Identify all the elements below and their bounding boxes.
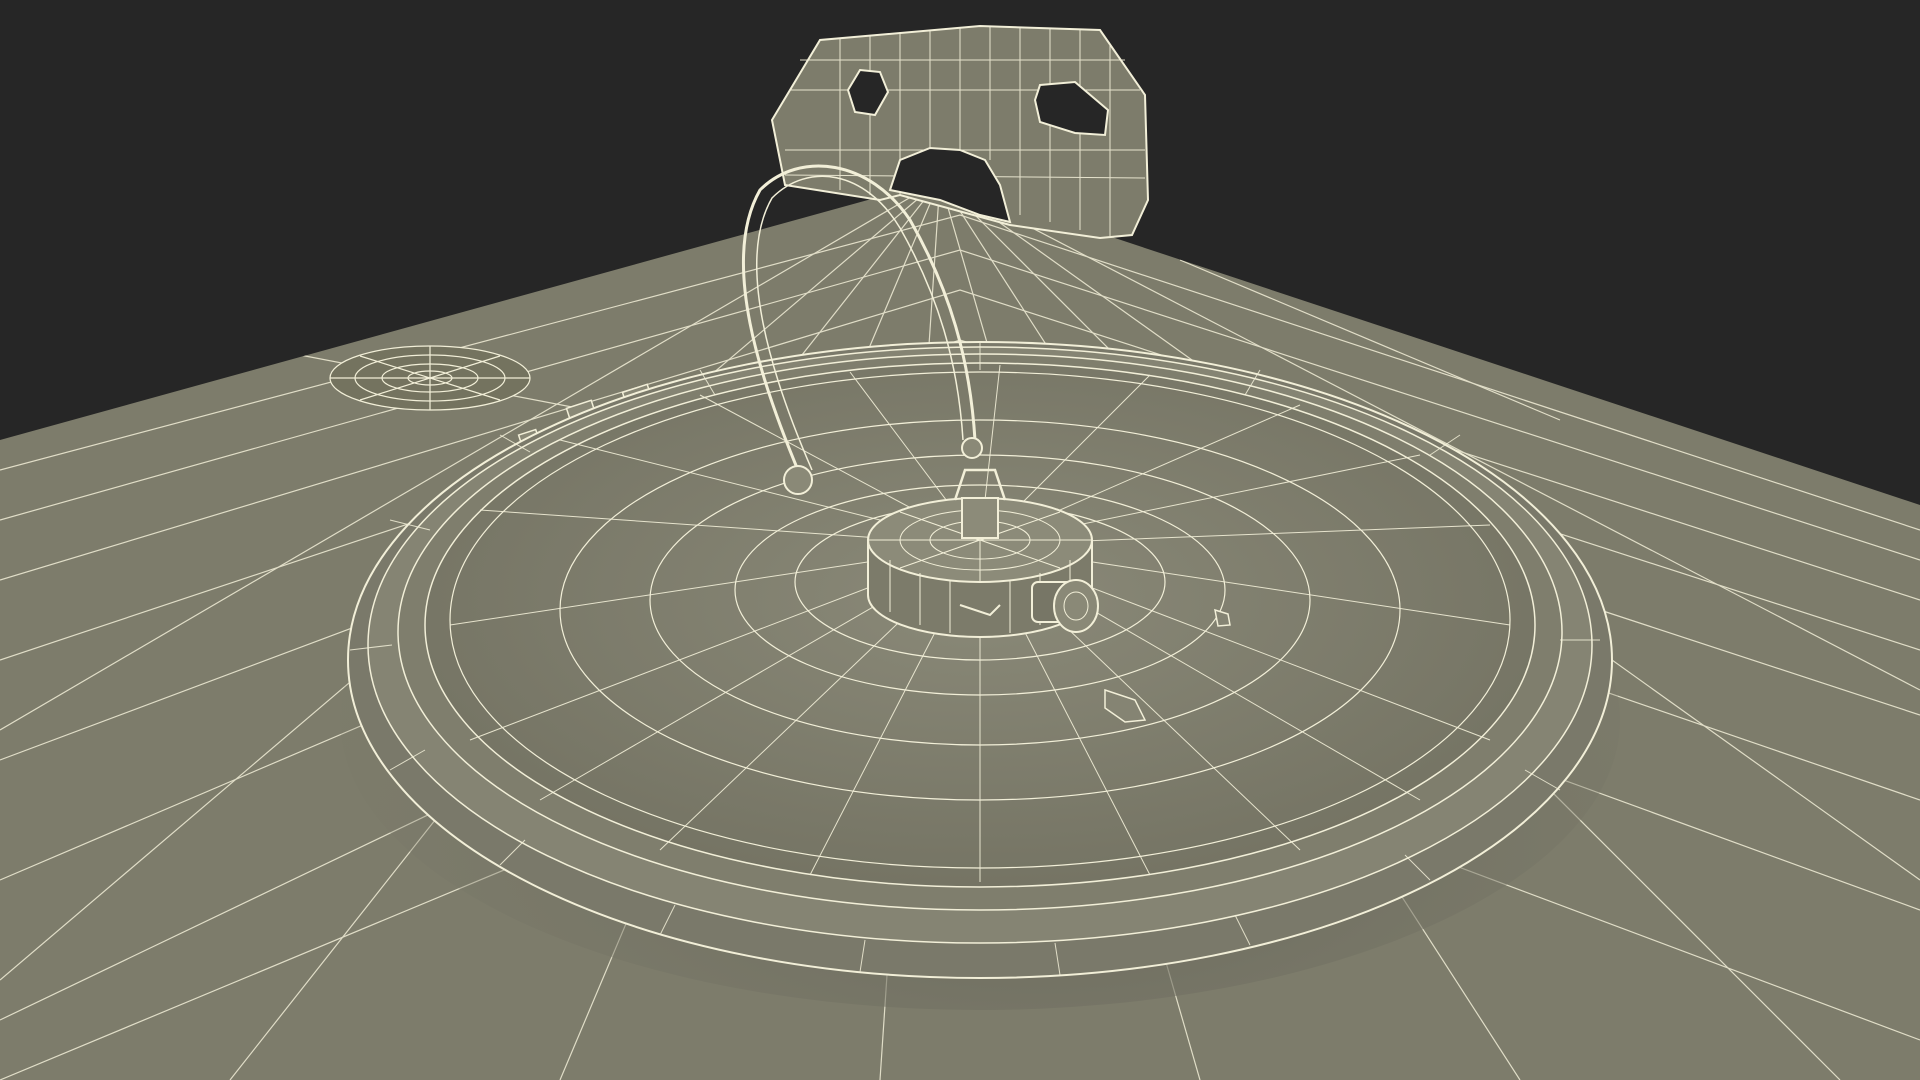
wireframe-scene — [0, 24, 1920, 1080]
render-viewport — [0, 0, 1920, 1080]
drain-grate — [329, 345, 531, 411]
mounting-bracket — [770, 24, 1150, 240]
round-lid — [347, 341, 1613, 979]
hub-post — [961, 497, 999, 539]
